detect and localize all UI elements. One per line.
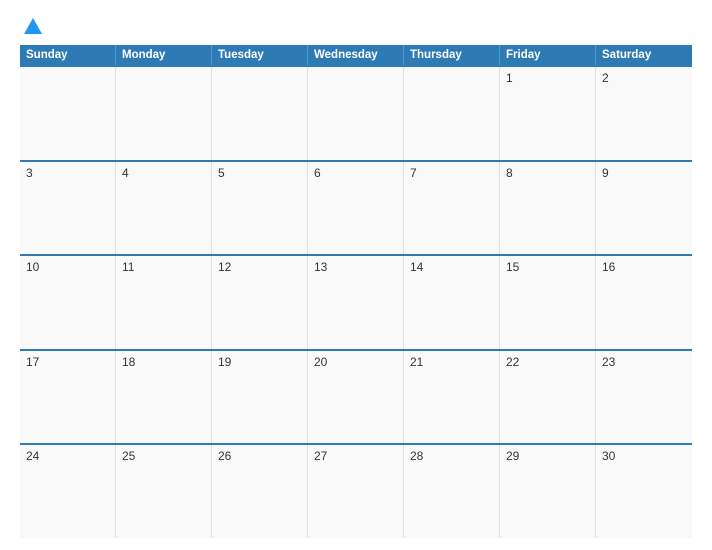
day-number: 16 bbox=[602, 260, 615, 274]
day-number: 28 bbox=[410, 449, 423, 463]
page: SundayMondayTuesdayWednesdayThursdayFrid… bbox=[0, 0, 712, 550]
day-number: 3 bbox=[26, 166, 33, 180]
day-number: 5 bbox=[218, 166, 225, 180]
calendar-cell: 4 bbox=[116, 162, 212, 255]
calendar-cell: 2 bbox=[596, 67, 692, 160]
day-number: 22 bbox=[506, 355, 519, 369]
calendar-cell: 5 bbox=[212, 162, 308, 255]
day-number: 6 bbox=[314, 166, 321, 180]
calendar-cell: 26 bbox=[212, 445, 308, 538]
calendar-cell: 7 bbox=[404, 162, 500, 255]
calendar-cell: 23 bbox=[596, 351, 692, 444]
calendar-cell: 3 bbox=[20, 162, 116, 255]
calendar-cell bbox=[20, 67, 116, 160]
calendar-cell: 19 bbox=[212, 351, 308, 444]
calendar-cell bbox=[404, 67, 500, 160]
logo-triangle-icon bbox=[24, 18, 42, 34]
header-cell-sunday: Sunday bbox=[20, 45, 116, 65]
day-number: 25 bbox=[122, 449, 135, 463]
day-number: 2 bbox=[602, 71, 609, 85]
calendar-week-4: 17 18 19 20 21 22 23 bbox=[20, 349, 692, 444]
day-number: 26 bbox=[218, 449, 231, 463]
calendar-week-1: 12 bbox=[20, 65, 692, 160]
day-number: 23 bbox=[602, 355, 615, 369]
calendar-cell: 21 bbox=[404, 351, 500, 444]
calendar-cell bbox=[212, 67, 308, 160]
calendar-week-5: 24 25 26 27 28 29 30 bbox=[20, 443, 692, 538]
day-number: 24 bbox=[26, 449, 39, 463]
calendar-cell: 12 bbox=[212, 256, 308, 349]
calendar-cell bbox=[308, 67, 404, 160]
day-number: 13 bbox=[314, 260, 327, 274]
day-number: 4 bbox=[122, 166, 129, 180]
calendar-cell: 17 bbox=[20, 351, 116, 444]
header-cell-saturday: Saturday bbox=[596, 45, 692, 65]
day-number: 14 bbox=[410, 260, 423, 274]
day-number: 15 bbox=[506, 260, 519, 274]
calendar-cell: 14 bbox=[404, 256, 500, 349]
day-number: 19 bbox=[218, 355, 231, 369]
calendar-cell: 9 bbox=[596, 162, 692, 255]
header-cell-friday: Friday bbox=[500, 45, 596, 65]
day-number: 27 bbox=[314, 449, 327, 463]
day-number: 18 bbox=[122, 355, 135, 369]
calendar-cell: 1 bbox=[500, 67, 596, 160]
day-number: 29 bbox=[506, 449, 519, 463]
day-number: 30 bbox=[602, 449, 615, 463]
calendar-cell: 24 bbox=[20, 445, 116, 538]
day-number: 11 bbox=[122, 260, 134, 274]
calendar-cell: 20 bbox=[308, 351, 404, 444]
day-number: 20 bbox=[314, 355, 327, 369]
day-number: 12 bbox=[218, 260, 231, 274]
calendar-header-row: SundayMondayTuesdayWednesdayThursdayFrid… bbox=[20, 45, 692, 65]
calendar-cell: 27 bbox=[308, 445, 404, 538]
calendar-cell: 16 bbox=[596, 256, 692, 349]
calendar-cell: 6 bbox=[308, 162, 404, 255]
calendar-cell: 8 bbox=[500, 162, 596, 255]
day-number: 7 bbox=[410, 166, 417, 180]
day-number: 8 bbox=[506, 166, 513, 180]
day-number: 1 bbox=[506, 71, 513, 85]
calendar-cell: 11 bbox=[116, 256, 212, 349]
day-number: 17 bbox=[26, 355, 39, 369]
header-cell-monday: Monday bbox=[116, 45, 212, 65]
day-number: 21 bbox=[410, 355, 423, 369]
calendar-cell bbox=[116, 67, 212, 160]
calendar-cell: 13 bbox=[308, 256, 404, 349]
calendar-week-3: 10 11 12 13 14 15 16 bbox=[20, 254, 692, 349]
day-number: 10 bbox=[26, 260, 39, 274]
header-cell-thursday: Thursday bbox=[404, 45, 500, 65]
header-cell-wednesday: Wednesday bbox=[308, 45, 404, 65]
calendar-cell: 10 bbox=[20, 256, 116, 349]
header bbox=[20, 18, 692, 35]
calendar-cell: 30 bbox=[596, 445, 692, 538]
calendar-cell: 25 bbox=[116, 445, 212, 538]
logo bbox=[20, 18, 42, 35]
day-number: 9 bbox=[602, 166, 609, 180]
calendar-cell: 15 bbox=[500, 256, 596, 349]
calendar-week-2: 3 4 5 6 7 8 9 bbox=[20, 160, 692, 255]
calendar-cell: 22 bbox=[500, 351, 596, 444]
calendar-cell: 28 bbox=[404, 445, 500, 538]
calendar-cell: 29 bbox=[500, 445, 596, 538]
header-cell-tuesday: Tuesday bbox=[212, 45, 308, 65]
calendar-cell: 18 bbox=[116, 351, 212, 444]
calendar-body: 1234567891011121314151617181920212223242… bbox=[20, 65, 692, 538]
calendar: SundayMondayTuesdayWednesdayThursdayFrid… bbox=[20, 45, 692, 538]
